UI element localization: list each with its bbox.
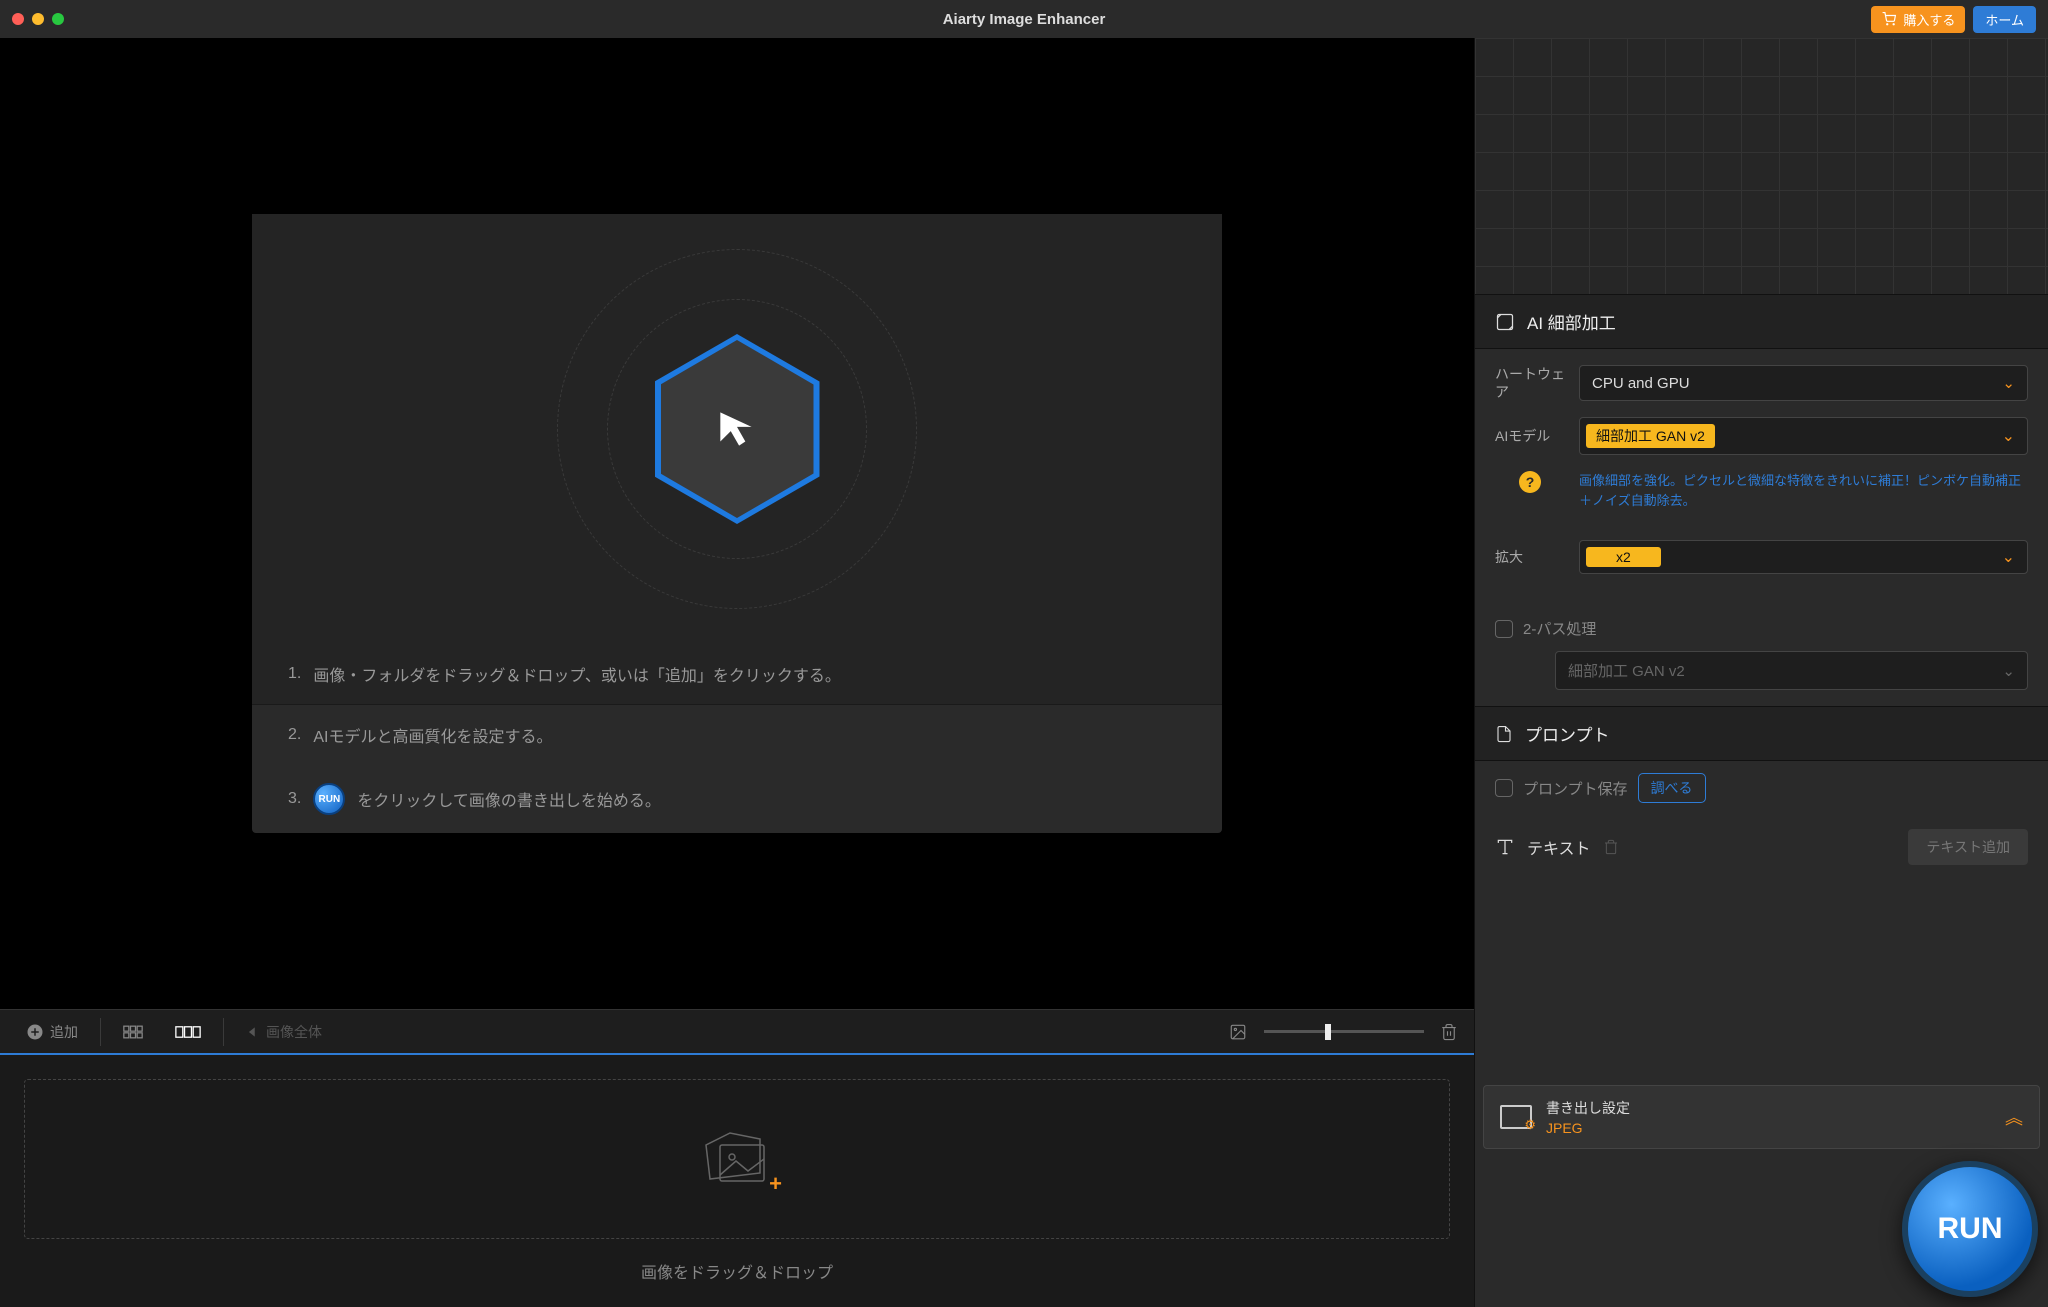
two-pass-checkbox[interactable] bbox=[1495, 620, 1513, 638]
zoom-slider-thumb[interactable] bbox=[1325, 1024, 1331, 1040]
buy-button-label: 購入する bbox=[1903, 10, 1955, 29]
export-section[interactable]: ⚙ 書き出し設定 JPEG ︽ bbox=[1483, 1085, 2040, 1149]
two-pass-model-value: 細部加工 GAN v2 bbox=[1568, 660, 1685, 681]
add-text-button[interactable]: テキスト追加 bbox=[1908, 829, 2028, 865]
zoom-slider[interactable] bbox=[1264, 1030, 1424, 1033]
model-help-text: 画像細部を強化。ピクセルと微細な特徴をきれいに補正！ピンボケ自動補正＋ノイズ自動… bbox=[1579, 471, 2028, 510]
dropzone-hero[interactable] bbox=[252, 214, 1222, 644]
help-icon[interactable]: ? bbox=[1519, 471, 1541, 493]
prompt-save-label: プロンプト保存 bbox=[1523, 778, 1628, 799]
prompt-save-row: プロンプト保存 調べる bbox=[1475, 761, 2048, 815]
two-pass-label: 2-パス処理 bbox=[1523, 618, 1596, 639]
hardware-label: ハートウェア bbox=[1495, 365, 1565, 401]
drop-strip: + 画像をドラッグ＆ドロップ bbox=[0, 1055, 1474, 1307]
plus-icon: + bbox=[769, 1171, 782, 1197]
scale-value: x2 bbox=[1586, 547, 1661, 567]
chevron-down-icon: ⌄ bbox=[2002, 662, 2015, 680]
back-button-label: 画像全体 bbox=[266, 1022, 322, 1042]
title-bar: Aiarty Image Enhancer 購入する ホーム bbox=[0, 0, 2048, 38]
home-button[interactable]: ホーム bbox=[1973, 6, 2036, 33]
model-value: 細部加工 GAN v2 bbox=[1586, 424, 1715, 448]
hardware-value: CPU and GPU bbox=[1592, 375, 1690, 392]
trash-icon[interactable] bbox=[1603, 838, 1619, 856]
view-split-button[interactable] bbox=[165, 1019, 211, 1045]
arrow-left-icon bbox=[246, 1025, 260, 1039]
model-select[interactable]: 細部加工 GAN v2 ⌄ bbox=[1579, 417, 2028, 455]
grid-icon bbox=[123, 1024, 143, 1040]
enhance-icon bbox=[1495, 312, 1515, 332]
document-icon bbox=[1495, 724, 1513, 744]
step-number: 3. bbox=[288, 790, 301, 808]
inspect-button[interactable]: 調べる bbox=[1638, 773, 1706, 803]
drop-zone[interactable]: + bbox=[24, 1079, 1450, 1239]
model-label: AIモデル bbox=[1495, 427, 1565, 445]
maximize-window-button[interactable] bbox=[52, 13, 64, 25]
step-text: をクリックして画像の書き出しを始める。 bbox=[357, 787, 661, 811]
image-icon bbox=[1228, 1023, 1248, 1041]
text-label: テキスト bbox=[1527, 835, 1591, 859]
viewer-toolbar: 追加 画像全体 bbox=[0, 1009, 1474, 1055]
inspect-button-label: 調べる bbox=[1651, 780, 1693, 796]
buy-button[interactable]: 購入する bbox=[1871, 6, 1965, 33]
add-text-button-label: テキスト追加 bbox=[1926, 839, 2010, 855]
prompt-section-title: プロンプト bbox=[1525, 721, 1610, 746]
settings-panel: AI 細部加工 ハートウェア CPU and GPU ⌄ AIモデル 細部加工 … bbox=[1474, 38, 2048, 1307]
add-button-label: 追加 bbox=[50, 1022, 78, 1042]
close-window-button[interactable] bbox=[12, 13, 24, 25]
run-icon-small: RUN bbox=[313, 783, 345, 815]
intro-card: 1. 画像・フォルダをドラッグ＆ドロップ、或いは「追加」をクリックする。 2. … bbox=[252, 214, 1222, 833]
back-button[interactable]: 画像全体 bbox=[236, 1016, 332, 1048]
ai-section-title: AI 細部加工 bbox=[1527, 309, 1616, 334]
trash-icon[interactable] bbox=[1440, 1022, 1458, 1042]
step-number: 1. bbox=[288, 665, 301, 683]
step-text: 画像・フォルダをドラッグ＆ドロップ、或いは「追加」をクリックする。 bbox=[313, 662, 841, 686]
add-button[interactable]: 追加 bbox=[16, 1016, 88, 1048]
run-button-label: RUN bbox=[1938, 1212, 2003, 1246]
view-grid-button[interactable] bbox=[113, 1018, 153, 1046]
split-view-icon bbox=[175, 1025, 201, 1039]
chevron-down-icon: ⌄ bbox=[2002, 547, 2015, 567]
scale-label: 拡大 bbox=[1495, 548, 1565, 566]
export-icon: ⚙ bbox=[1500, 1105, 1532, 1129]
home-button-label: ホーム bbox=[1985, 13, 2024, 28]
plus-circle-icon bbox=[26, 1023, 44, 1041]
prompt-save-checkbox[interactable] bbox=[1495, 779, 1513, 797]
viewer-area: 1. 画像・フォルダをドラッグ＆ドロップ、或いは「追加」をクリックする。 2. … bbox=[0, 38, 1474, 1009]
drop-image-icon: + bbox=[700, 1129, 774, 1189]
step-number: 2. bbox=[288, 726, 301, 744]
window-controls bbox=[12, 13, 64, 25]
gear-icon: ⚙ bbox=[1524, 1117, 1536, 1133]
export-title: 書き出し設定 bbox=[1546, 1098, 1630, 1118]
thumbnail-grid bbox=[1475, 38, 2048, 294]
run-button[interactable]: RUN bbox=[1902, 1161, 2038, 1297]
text-row: テキスト テキスト追加 bbox=[1475, 815, 2048, 879]
intro-step-1: 1. 画像・フォルダをドラッグ＆ドロップ、或いは「追加」をクリックする。 bbox=[252, 644, 1222, 704]
export-format: JPEG bbox=[1546, 1120, 1630, 1136]
cart-icon bbox=[1881, 12, 1897, 26]
ai-section-header: AI 細部加工 bbox=[1475, 294, 2048, 349]
app-title: Aiarty Image Enhancer bbox=[943, 11, 1106, 28]
chevron-up-icon: ︽ bbox=[2005, 1104, 2023, 1130]
scale-select[interactable]: x2 ⌄ bbox=[1579, 540, 2028, 574]
text-icon bbox=[1495, 837, 1515, 857]
minimize-window-button[interactable] bbox=[32, 13, 44, 25]
drop-label: 画像をドラッグ＆ドロップ bbox=[641, 1259, 833, 1283]
cursor-arrow-icon bbox=[712, 404, 762, 454]
chevron-down-icon: ⌄ bbox=[2002, 374, 2015, 392]
intro-step-2: 2. AIモデルと高画質化を設定する。 bbox=[252, 705, 1222, 765]
hexagon-logo bbox=[655, 334, 820, 524]
two-pass-model-select[interactable]: 細部加工 GAN v2 ⌄ bbox=[1555, 651, 2028, 690]
chevron-down-icon: ⌄ bbox=[2002, 426, 2015, 446]
prompt-section-header: プロンプト bbox=[1475, 706, 2048, 761]
step-text: AIモデルと高画質化を設定する。 bbox=[313, 723, 552, 747]
intro-step-3: 3. RUN をクリックして画像の書き出しを始める。 bbox=[252, 765, 1222, 833]
hardware-select[interactable]: CPU and GPU ⌄ bbox=[1579, 365, 2028, 401]
two-pass-row: 2-パス処理 bbox=[1475, 606, 2048, 651]
